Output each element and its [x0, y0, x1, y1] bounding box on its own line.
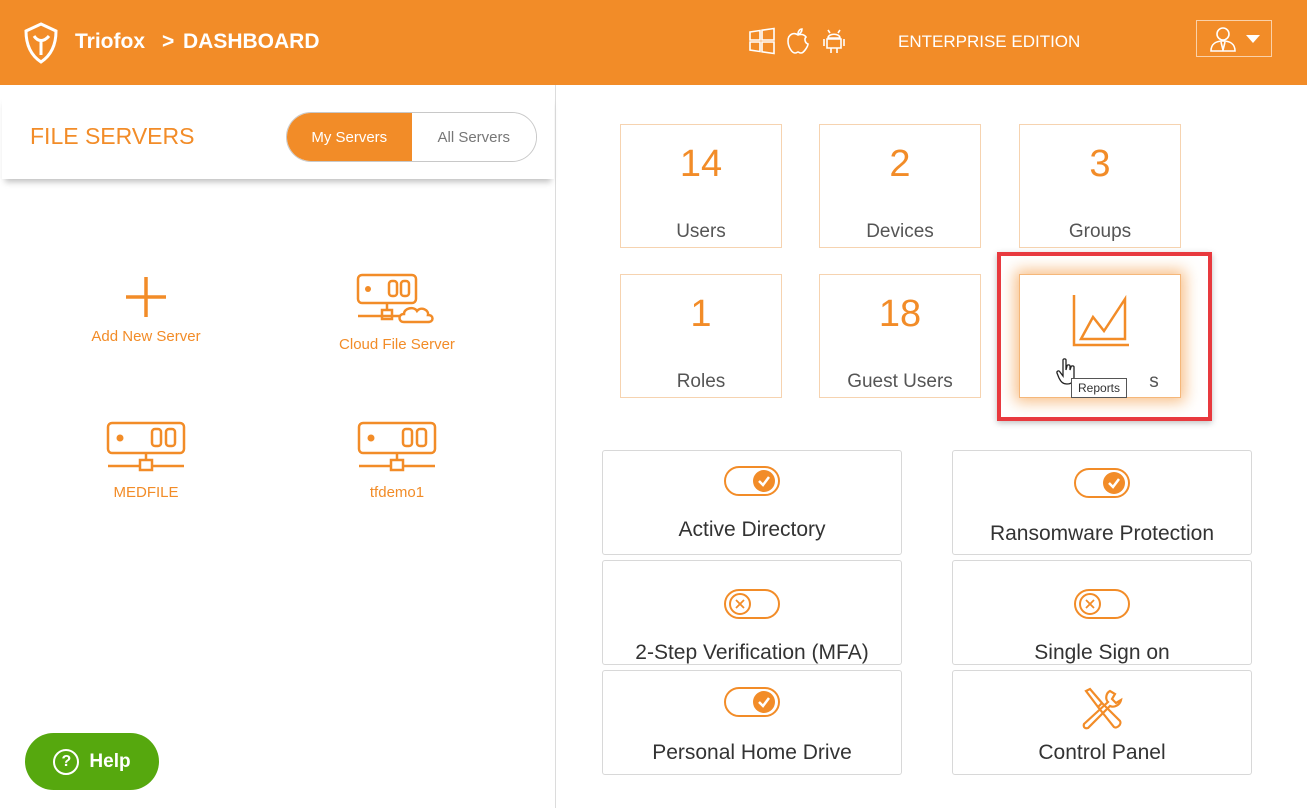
help-button[interactable]: ? Help [25, 733, 159, 790]
close-icon [729, 593, 751, 615]
tile-users[interactable]: 14 Users [620, 124, 782, 248]
tile-devices[interactable]: 2 Devices [819, 124, 981, 248]
windows-icon[interactable] [748, 26, 776, 56]
help-icon: ? [53, 748, 80, 775]
toggle-on-icon[interactable] [724, 466, 780, 496]
feature-2-step-verification[interactable]: 2-Step Verification (MFA) [602, 560, 902, 665]
toggle-off-icon[interactable] [724, 589, 780, 619]
tile-label: Groups [1068, 221, 1132, 242]
apple-icon[interactable] [784, 26, 812, 56]
tile-label: Users [676, 221, 726, 242]
toggle-on-icon[interactable] [724, 687, 780, 717]
server-label: tfdemo1 [369, 484, 425, 501]
server-label: MEDFILE [113, 484, 179, 501]
check-icon [1103, 472, 1125, 494]
feature-control-panel[interactable]: Control Panel [952, 670, 1252, 775]
feature-label: Personal Home Drive [652, 741, 852, 764]
tile-value: 3 [1089, 143, 1111, 185]
top-bar: Triofox > DASHBOARD ENTERPRISE EDITION [0, 0, 1307, 85]
feature-active-directory[interactable]: Active Directory [602, 450, 902, 555]
server-label: Cloud File Server [339, 336, 455, 353]
server-label: Add New Server [91, 328, 201, 345]
close-icon [1079, 593, 1101, 615]
toggle-wrapper [603, 466, 901, 496]
chart-icon [1072, 294, 1129, 347]
server-tfdemo1[interactable]: tfdemo1 [297, 420, 497, 501]
breadcrumb-current: DASHBOARD [183, 30, 320, 53]
file-servers-header: FILE SERVERS My Servers All Servers [2, 95, 554, 179]
toggle-wrapper [603, 687, 901, 717]
toggle-off-icon[interactable] [1074, 589, 1130, 619]
help-label: Help [89, 750, 131, 772]
cloud-server-icon [356, 273, 434, 324]
tile-guest-users[interactable]: 18 Guest Users [819, 274, 981, 398]
tile-value: 18 [878, 293, 922, 335]
toggle-wrapper [603, 589, 901, 619]
add-new-server-button[interactable]: Add New Server [46, 274, 246, 345]
tools-icon [1082, 687, 1123, 730]
chevron-down-icon [1246, 34, 1260, 43]
user-icon [1210, 26, 1236, 52]
tile-value: 1 [690, 293, 712, 335]
user-menu-button[interactable] [1196, 20, 1272, 57]
tile-roles[interactable]: 1 Roles [620, 274, 782, 398]
cloud-file-server-button[interactable]: Cloud File Server [297, 272, 497, 353]
feature-label: Ransomware Protection [989, 522, 1215, 545]
server-filter-toggle: My Servers All Servers [286, 112, 537, 162]
tile-groups[interactable]: 3 Groups [1019, 124, 1181, 248]
reports-tooltip: Reports [1071, 378, 1128, 398]
feature-personal-home-drive[interactable]: Personal Home Drive [602, 670, 902, 775]
server-icon [106, 421, 186, 472]
android-icon[interactable] [820, 26, 848, 56]
feature-ransomware-protection[interactable]: Ransomware Protection [952, 450, 1252, 555]
feature-label: Control Panel [1038, 741, 1166, 764]
toggle-on-icon[interactable] [1074, 468, 1130, 498]
server-medfile[interactable]: MEDFILE [46, 420, 246, 501]
tile-label: Devices [866, 221, 934, 242]
tools-icon-wrapper [953, 687, 1251, 731]
brand-name[interactable]: Triofox [75, 30, 145, 54]
file-servers-title: FILE SERVERS [30, 123, 195, 149]
tile-value: 2 [889, 143, 911, 185]
check-icon [753, 470, 775, 492]
check-icon [753, 691, 775, 713]
plus-icon [126, 277, 166, 317]
edition-label: ENTERPRISE EDITION [898, 32, 1081, 51]
feature-label: 2-Step Verification (MFA) [635, 641, 869, 664]
tab-all-servers[interactable]: All Servers [411, 113, 536, 161]
tab-my-servers[interactable]: My Servers [287, 113, 412, 161]
feature-label: Single Sign on [1034, 641, 1170, 664]
server-icon [357, 421, 437, 472]
tile-value: 14 [679, 143, 723, 185]
toggle-wrapper [953, 589, 1251, 619]
tile-label: Guest Users [847, 371, 953, 392]
feature-single-sign-on[interactable]: Single Sign on [952, 560, 1252, 665]
triofox-logo-icon[interactable] [22, 22, 60, 64]
feature-label: Active Directory [678, 518, 826, 541]
toggle-wrapper [953, 468, 1251, 498]
breadcrumb-separator: > [162, 30, 175, 53]
platform-icons [748, 26, 848, 56]
tile-label: Roles [676, 371, 726, 392]
